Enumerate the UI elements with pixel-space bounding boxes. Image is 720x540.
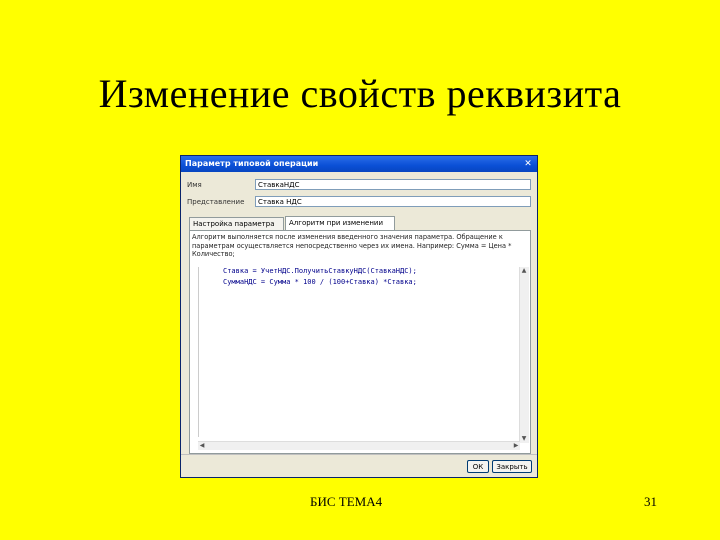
code-editor[interactable]: Ставка = УчетНДС.ПолучитьСтавкуНДС(Ставк… — [198, 267, 518, 437]
slide-title: Изменение свойств реквизита — [98, 71, 622, 116]
code-line: СуммаНДС = Сумма * 100 / (100+Ставка) *С… — [223, 278, 417, 286]
ok-button[interactable]: ОК — [467, 460, 489, 473]
algorithm-description: Алгоритм выполняется после изменения вве… — [192, 233, 512, 258]
scroll-down-icon[interactable]: ▼ — [520, 435, 528, 443]
tab-parameter-settings[interactable]: Настройка параметра — [189, 217, 284, 230]
scroll-up-icon[interactable]: ▲ — [520, 267, 528, 275]
window-titlebar[interactable]: Параметр типовой операции ✕ — [181, 156, 537, 172]
representation-input[interactable]: Ставка НДС — [255, 196, 531, 207]
name-input[interactable]: СтавкаНДС — [255, 179, 531, 190]
code-line: Ставка = УчетНДС.ПолучитьСтавкуНДС(Ставк… — [223, 267, 417, 275]
dialog-footer: ОК Закрыть — [181, 454, 537, 477]
scroll-right-icon[interactable]: ▶ — [512, 442, 520, 450]
dialog-window: Параметр типовой операции ✕ Имя СтавкаНД… — [180, 155, 538, 478]
tab-panel: Алгоритм выполняется после изменения вве… — [189, 230, 531, 454]
name-label: Имя — [187, 181, 202, 189]
close-button[interactable]: Закрыть — [492, 460, 532, 473]
vertical-scrollbar[interactable]: ▲ ▼ — [519, 267, 529, 443]
tab-change-algorithm[interactable]: Алгоритм при изменении — [285, 216, 395, 231]
scroll-left-icon[interactable]: ◀ — [198, 442, 206, 450]
page-number: 31 — [644, 494, 657, 509]
window-title: Параметр типовой операции — [185, 159, 319, 168]
representation-label: Представление — [187, 198, 245, 206]
horizontal-scrollbar[interactable]: ◀ ▶ — [198, 441, 520, 450]
close-icon[interactable]: ✕ — [522, 158, 534, 170]
slide-footer: БИС ТЕМА4 — [310, 494, 383, 509]
